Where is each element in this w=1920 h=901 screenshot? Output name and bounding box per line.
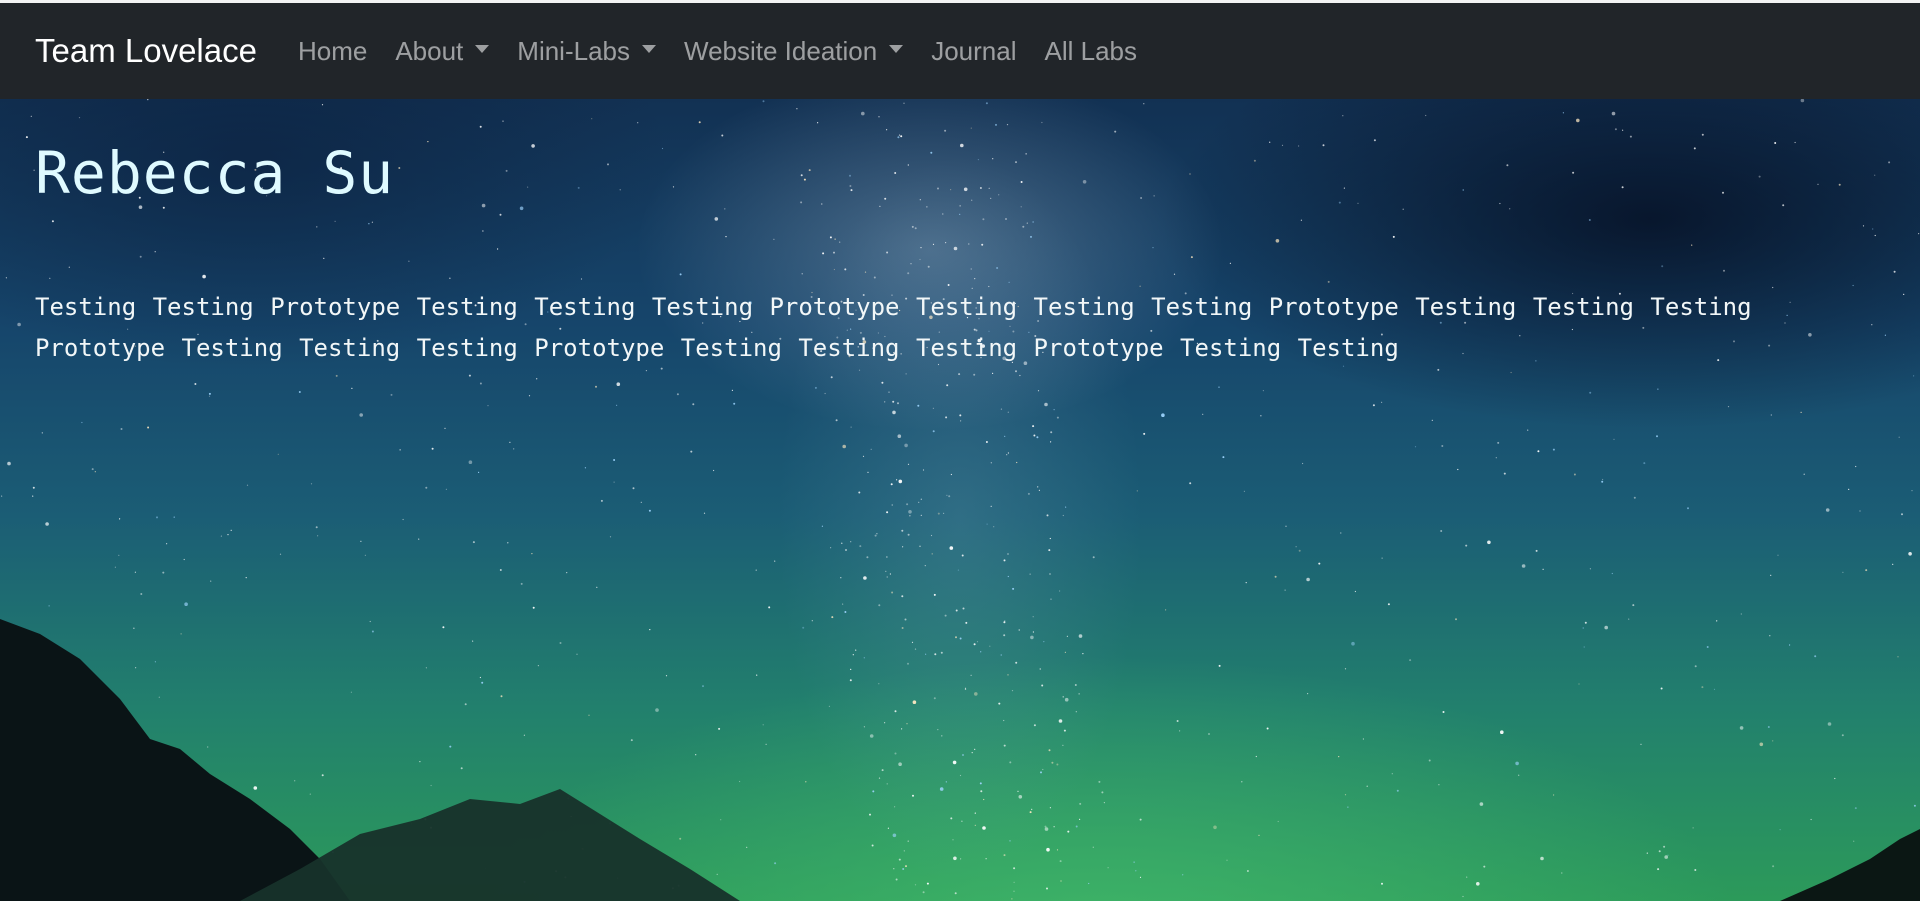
hero-background: Rebecca Su Testing Testing Prototype Tes… xyxy=(0,99,1920,901)
navbar-brand[interactable]: Team Lovelace xyxy=(35,32,257,70)
nav-item-label: Website Ideation xyxy=(684,35,878,66)
nav-item-about[interactable]: About xyxy=(381,36,503,67)
caret-down-icon xyxy=(642,45,656,53)
main-content: Rebecca Su Testing Testing Prototype Tes… xyxy=(35,139,1885,369)
nav-item-journal[interactable]: Journal xyxy=(917,36,1030,67)
nav-item-mini-labs[interactable]: Mini-Labs xyxy=(503,36,670,67)
nav-item-website-ideation[interactable]: Website Ideation xyxy=(670,36,917,67)
page-title: Rebecca Su xyxy=(35,139,395,207)
caret-down-icon xyxy=(889,45,904,53)
nav-item-label: Home xyxy=(297,35,368,66)
body-paragraph: Testing Testing Prototype Testing Testin… xyxy=(35,292,1752,362)
nav-item-home[interactable]: Home xyxy=(284,36,381,67)
nav-item-label: Journal xyxy=(931,35,1017,66)
nav-list: Home About Mini-Labs Website Ideation Jo… xyxy=(284,36,1151,67)
nav-item-label: All Labs xyxy=(1044,35,1137,66)
navbar: Team Lovelace Home About Mini-Labs Websi… xyxy=(0,3,1920,99)
nav-item-all-labs[interactable]: All Labs xyxy=(1030,36,1151,67)
page: Team Lovelace Home About Mini-Labs Websi… xyxy=(0,0,1920,901)
nav-item-label: About xyxy=(395,35,464,66)
caret-down-icon xyxy=(475,45,490,53)
nav-item-label: Mini-Labs xyxy=(517,35,630,66)
